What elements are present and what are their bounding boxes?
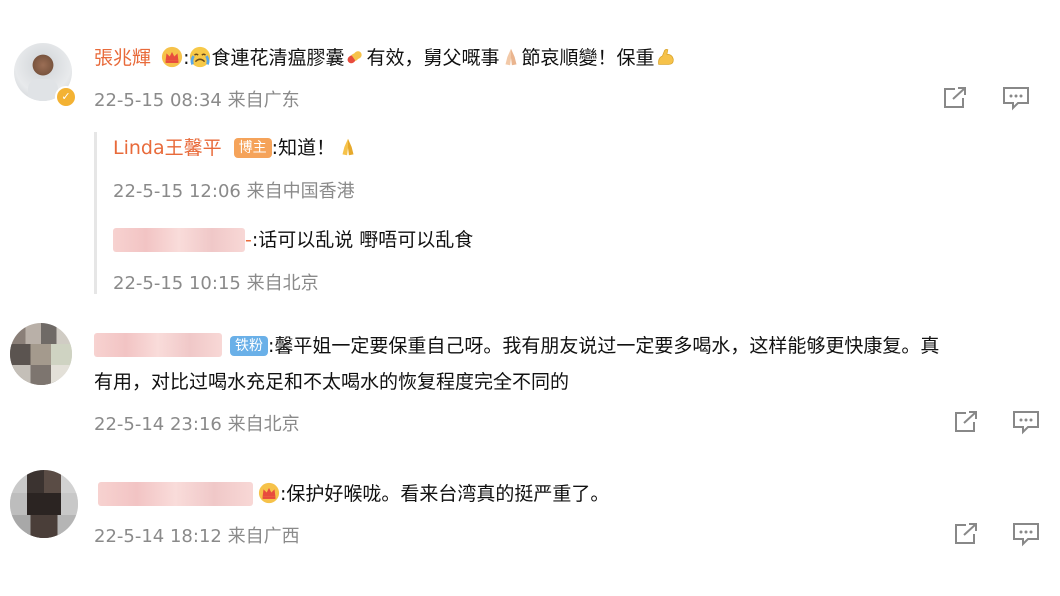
comment-icon[interactable] [1011,521,1041,547]
comment-icon[interactable] [1001,85,1031,111]
comment-meta: 22-5-14 23:16 来自北京 [94,414,300,435]
comment-body: 铁粉:馨平姐一定要保重自己呀。我有朋友说过一定要多喝水，这样能够更快康复。真 [230,333,939,359]
verified-icon: ✓ [55,86,77,108]
reply-item: -:话可以乱说 嘢唔可以乱食 [245,229,474,251]
comment-meta: 22-5-15 08:34 来自广东 [94,90,300,111]
username-link[interactable]: Linda王馨平 [113,137,222,159]
blurred-username[interactable] [113,228,245,252]
comment-meta: 22-5-14 18:12 来自广西 [94,526,300,547]
comment-body-continued: 有用，对比过喝水充足和不太喝水的恢复程度完全不同的 [94,371,570,393]
host-badge: 博主 [233,138,272,158]
crown-icon [161,46,183,68]
share-icon[interactable] [952,521,982,547]
praying-hands-icon [342,138,354,156]
crying-face-icon [190,46,211,68]
avatar[interactable] [10,323,72,385]
reply-meta: 22-5-15 10:15 来自北京 [113,273,319,294]
blurred-username[interactable] [98,482,253,506]
praying-hands-icon [505,48,516,66]
comment-icon[interactable] [1011,409,1041,435]
crown-icon [258,482,280,504]
pill-icon [348,51,363,64]
reply-item: Linda王馨平 博主:知道！ [113,135,359,161]
username-link[interactable]: 張兆輝 [94,47,151,69]
share-icon[interactable] [941,85,971,111]
comment-body: 張兆輝 : 食連花清瘟膠囊 有效，舅父嘅事 節哀順變！保重 [94,45,677,71]
reply-meta: 22-5-15 12:06 来自中国香港 [113,181,355,202]
blurred-username[interactable] [94,333,222,357]
comment-body: :保护好喉咙。看来台湾真的挺严重了。 [258,481,609,507]
share-icon[interactable] [952,409,982,435]
fan-badge: 铁粉 [230,336,268,356]
avatar[interactable] [10,470,78,538]
flexed-arm-icon [657,49,674,65]
